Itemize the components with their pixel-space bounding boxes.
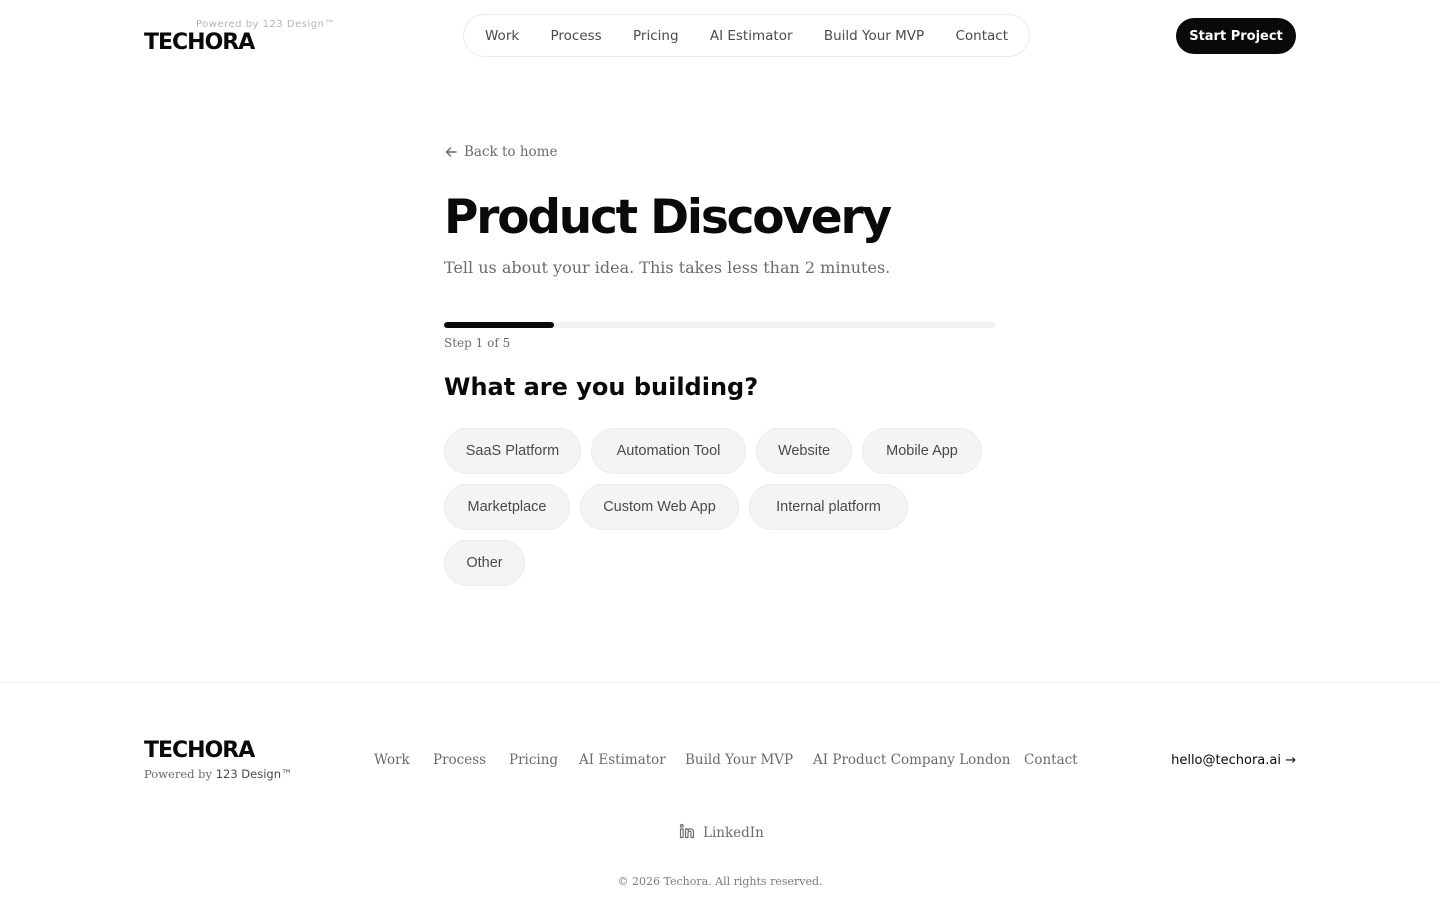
option-marketplace[interactable]: Marketplace: [444, 484, 570, 530]
brand-logo[interactable]: TECHORA: [144, 30, 255, 55]
linkedin-label: LinkedIn: [703, 825, 764, 841]
progress-bar-fill: [444, 322, 555, 328]
option-mobile-app[interactable]: Mobile App: [862, 428, 982, 474]
nav-item-ai-estimator[interactable]: AI Estimator: [710, 28, 793, 44]
nav-item-build-your-mvp[interactable]: Build Your MVP: [824, 28, 924, 44]
copyright-text: © 2026 Techora. All rights reserved.: [617, 875, 823, 888]
footer-link-process[interactable]: Process: [433, 752, 486, 768]
footer-powered-prefix: Powered by: [144, 767, 213, 781]
linkedin-link[interactable]: LinkedIn: [679, 823, 764, 843]
footer-link-pricing[interactable]: Pricing: [509, 752, 558, 768]
brand-powered-by: Powered by 123 Design™: [196, 19, 335, 30]
page-subtitle: Tell us about your idea. This takes less…: [444, 258, 891, 277]
site-header: Powered by 123 Design™ TECHORA Work Proc…: [0, 0, 1440, 72]
option-custom-web-app[interactable]: Custom Web App: [580, 484, 739, 530]
back-to-home-link[interactable]: Back to home: [444, 144, 557, 160]
footer-powered-by: Powered by 123 Design™: [144, 767, 293, 781]
footer-link-build-your-mvp[interactable]: Build Your MVP: [685, 752, 793, 768]
footer-link-contact[interactable]: Contact: [1024, 752, 1078, 768]
linkedin-icon: [679, 823, 695, 843]
arrow-left-icon: [444, 145, 458, 159]
option-other[interactable]: Other: [444, 540, 525, 586]
question-heading: What are you building?: [444, 373, 759, 401]
back-to-home-label: Back to home: [464, 144, 558, 160]
footer-powered-brand[interactable]: 123 Design™: [216, 767, 293, 781]
option-website[interactable]: Website: [756, 428, 852, 474]
start-project-button[interactable]: Start Project: [1176, 18, 1296, 54]
progress-bar: [444, 322, 996, 328]
nav-item-work[interactable]: Work: [485, 28, 519, 44]
step-indicator: Step 1 of 5: [444, 336, 511, 350]
footer-link-work[interactable]: Work: [374, 752, 410, 768]
nav-item-process[interactable]: Process: [551, 28, 602, 44]
footer-link-ai-estimator[interactable]: AI Estimator: [579, 752, 666, 768]
nav-item-pricing[interactable]: Pricing: [633, 28, 679, 44]
brand[interactable]: Powered by 123 Design™ TECHORA: [144, 18, 344, 58]
option-saas-platform[interactable]: SaaS Platform: [444, 428, 581, 474]
main-nav: Work Process Pricing AI Estimator Build …: [463, 14, 1030, 57]
site-footer: TECHORA Powered by 123 Design™ Work Proc…: [0, 682, 1440, 901]
option-internal-platform[interactable]: Internal platform: [749, 484, 908, 530]
footer-logo[interactable]: TECHORA: [144, 738, 255, 763]
footer-email-link[interactable]: hello@techora.ai →: [1171, 753, 1296, 768]
option-group: SaaS Platform Automation Tool Website Mo…: [444, 428, 996, 588]
footer-link-ai-product-company-london[interactable]: AI Product Company London: [813, 752, 1010, 768]
nav-item-contact[interactable]: Contact: [955, 28, 1008, 44]
option-automation-tool[interactable]: Automation Tool: [591, 428, 746, 474]
page-title: Product Discovery: [444, 190, 892, 245]
